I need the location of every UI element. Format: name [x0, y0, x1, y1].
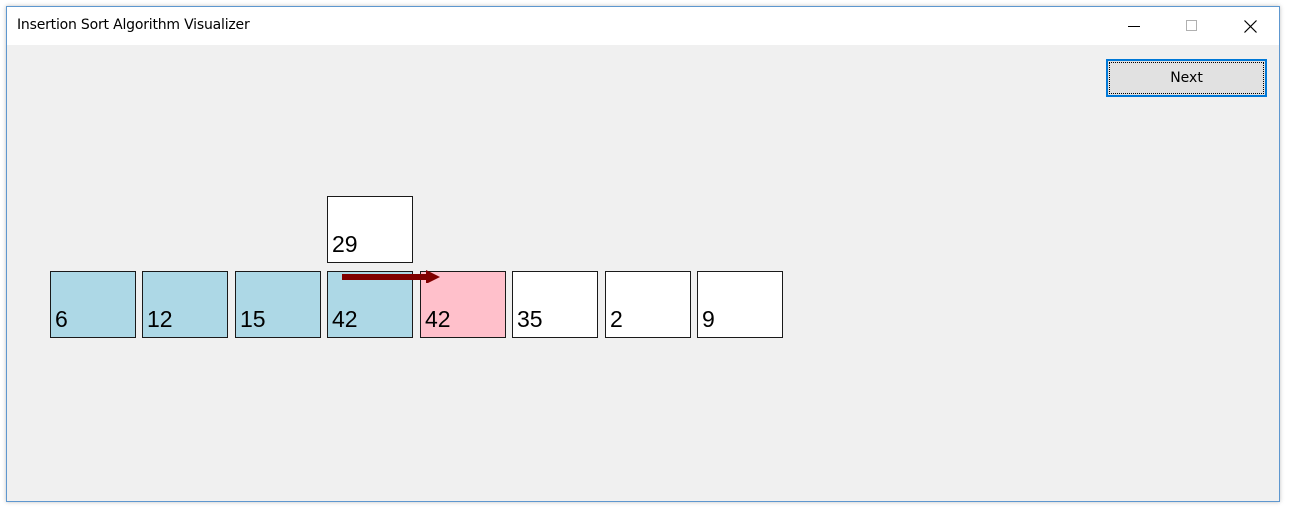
- array-cell-value: 42: [332, 306, 358, 332]
- array-cell-1: 12: [142, 271, 228, 338]
- array-cell-5: 35: [512, 271, 598, 338]
- array-cell-7: 9: [697, 271, 783, 338]
- array-cell-0: 6: [50, 271, 136, 338]
- array-cell-value: 35: [517, 306, 543, 332]
- array-cell-6: 2: [605, 271, 691, 338]
- minimize-icon: [1128, 26, 1140, 27]
- app-window: Insertion Sort Algorithm Visualizer Next…: [6, 6, 1280, 502]
- close-button[interactable]: [1221, 7, 1279, 45]
- array-cell-value: 15: [240, 306, 266, 332]
- key-cell: 29: [327, 196, 413, 263]
- close-icon: [1243, 19, 1257, 33]
- right-arrow-icon: [342, 270, 440, 283]
- array-cell-2: 15: [235, 271, 321, 338]
- array-cell-value: 9: [702, 306, 715, 332]
- key-value: 29: [332, 231, 358, 257]
- title-bar[interactable]: Insertion Sort Algorithm Visualizer: [7, 7, 1279, 45]
- window-title: Insertion Sort Algorithm Visualizer: [17, 17, 250, 33]
- array-cell-value: 42: [425, 306, 451, 332]
- array-cell-value: 6: [55, 306, 68, 332]
- maximize-button[interactable]: [1163, 7, 1221, 45]
- maximize-icon: [1186, 20, 1197, 31]
- next-button[interactable]: Next: [1106, 59, 1267, 97]
- array-cell-value: 2: [610, 306, 623, 332]
- array-cell-value: 12: [147, 306, 173, 332]
- minimize-button[interactable]: [1105, 7, 1163, 45]
- visualizer-canvas: Next 29 6 12 15 42 42 35 2 9: [7, 45, 1279, 501]
